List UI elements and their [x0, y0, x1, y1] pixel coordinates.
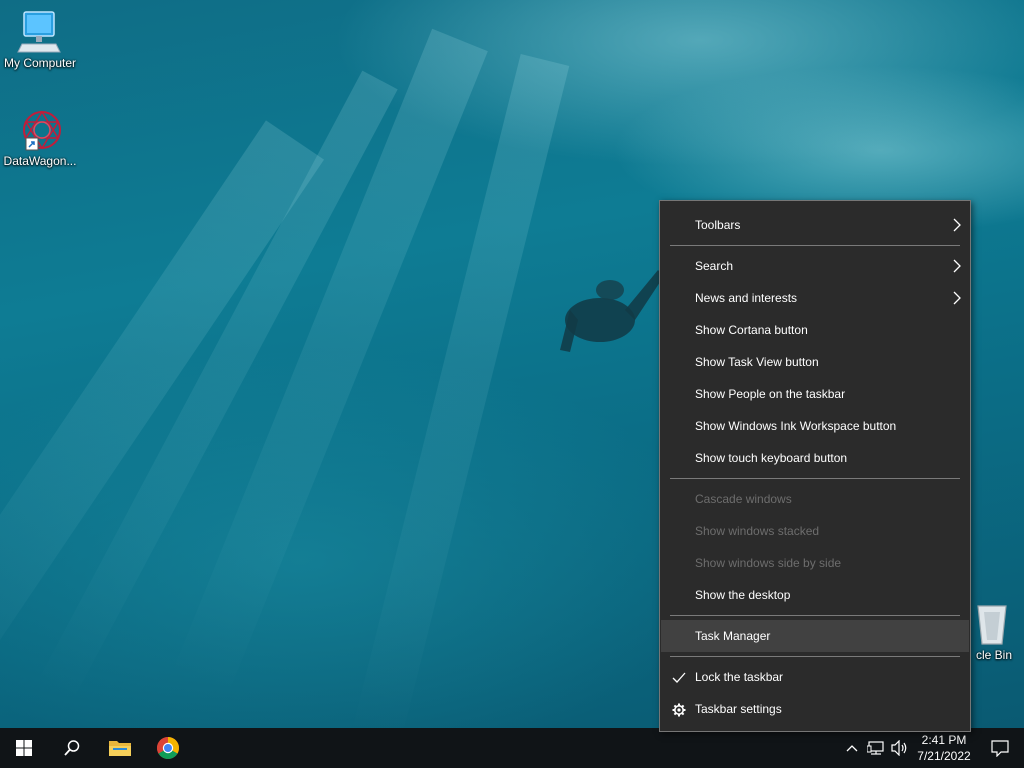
taskbar-context-menu: Toolbars Search News and interests Show … — [659, 200, 971, 732]
desktop-icon-label: cle Bin — [975, 648, 1013, 662]
chevron-right-icon — [953, 291, 961, 305]
notification-icon — [991, 740, 1009, 757]
clock-date: 7/21/2022 — [917, 749, 971, 763]
search-icon — [64, 740, 80, 756]
search-button[interactable] — [48, 728, 96, 768]
menu-item-show-touch-keyboard[interactable]: Show touch keyboard button — [661, 442, 969, 474]
gear-icon — [671, 702, 687, 718]
menu-item-label: Show Windows Ink Workspace button — [695, 419, 897, 433]
folder-icon — [109, 741, 131, 756]
menu-item-label: Show the desktop — [695, 588, 791, 602]
chevron-up-icon — [846, 745, 858, 752]
chevron-right-icon — [953, 259, 961, 273]
menu-separator — [670, 245, 960, 246]
menu-item-label: Taskbar settings — [695, 702, 782, 716]
menu-item-label: Show touch keyboard button — [695, 451, 848, 465]
menu-item-label: Task Manager — [695, 629, 771, 643]
computer-icon — [17, 11, 61, 53]
menu-item-label: Show Cortana button — [695, 323, 808, 337]
checkmark-icon — [671, 670, 687, 686]
menu-item-news-and-interests[interactable]: News and interests — [661, 282, 969, 314]
menu-item-show-task-view-button[interactable]: Show Task View button — [661, 346, 969, 378]
network-icon — [867, 741, 884, 755]
menu-item-label: Toolbars — [695, 218, 741, 232]
speaker-icon — [891, 740, 907, 756]
desktop-icon-my-computer[interactable]: My Computer — [0, 10, 80, 70]
windows-logo-icon — [16, 740, 32, 756]
desktop-icon-label: DataWagon... — [3, 154, 77, 168]
menu-item-show-the-desktop[interactable]: Show the desktop — [661, 579, 969, 611]
menu-item-label: Show windows stacked — [695, 524, 820, 538]
menu-item-toolbars[interactable]: Toolbars — [661, 209, 969, 241]
system-tray: 2:41 PM 7/21/2022 — [840, 728, 1024, 768]
clock[interactable]: 2:41 PM 7/21/2022 — [912, 732, 976, 764]
chrome-button[interactable] — [144, 728, 192, 768]
menu-separator — [670, 478, 960, 479]
desktop-icon-label: My Computer — [3, 56, 77, 70]
clock-time: 2:41 PM — [921, 733, 967, 747]
menu-item-show-people[interactable]: Show People on the taskbar — [661, 378, 969, 410]
menu-item-lock-the-taskbar[interactable]: Lock the taskbar — [661, 661, 969, 693]
chevron-right-icon — [953, 218, 961, 232]
menu-item-show-cortana-button[interactable]: Show Cortana button — [661, 314, 969, 346]
menu-item-label: Show Task View button — [695, 355, 819, 369]
volume-button[interactable] — [888, 728, 912, 768]
menu-item-label: News and interests — [695, 291, 798, 305]
chrome-icon — [157, 737, 179, 759]
menu-item-label: Cascade windows — [695, 492, 792, 506]
swimmer-silhouette — [560, 270, 664, 352]
desktop-icon-datawagon[interactable]: DataWagon... — [0, 108, 80, 168]
network-button[interactable] — [864, 728, 888, 768]
show-hidden-icons-button[interactable] — [840, 728, 864, 768]
menu-item-show-ink-workspace[interactable]: Show Windows Ink Workspace button — [661, 410, 969, 442]
menu-item-label: Lock the taskbar — [695, 670, 784, 684]
menu-item-task-manager[interactable]: Task Manager — [661, 620, 969, 652]
menu-item-label: Search — [695, 259, 734, 273]
menu-item-show-windows-stacked: Show windows stacked — [661, 515, 969, 547]
datawagon-icon — [23, 110, 61, 151]
file-explorer-button[interactable] — [96, 728, 144, 768]
taskbar[interactable]: 2:41 PM 7/21/2022 — [0, 728, 1024, 768]
menu-item-search[interactable]: Search — [661, 250, 969, 282]
menu-item-label: Show People on the taskbar — [695, 387, 846, 401]
menu-item-cascade-windows: Cascade windows — [661, 483, 969, 515]
start-button[interactable] — [0, 728, 48, 768]
menu-separator — [670, 615, 960, 616]
action-center-button[interactable] — [976, 728, 1024, 768]
menu-item-label: Show windows side by side — [695, 556, 842, 570]
menu-item-taskbar-settings[interactable]: Taskbar settings — [661, 693, 969, 725]
menu-separator — [670, 656, 960, 657]
menu-item-show-windows-side-by-side: Show windows side by side — [661, 547, 969, 579]
